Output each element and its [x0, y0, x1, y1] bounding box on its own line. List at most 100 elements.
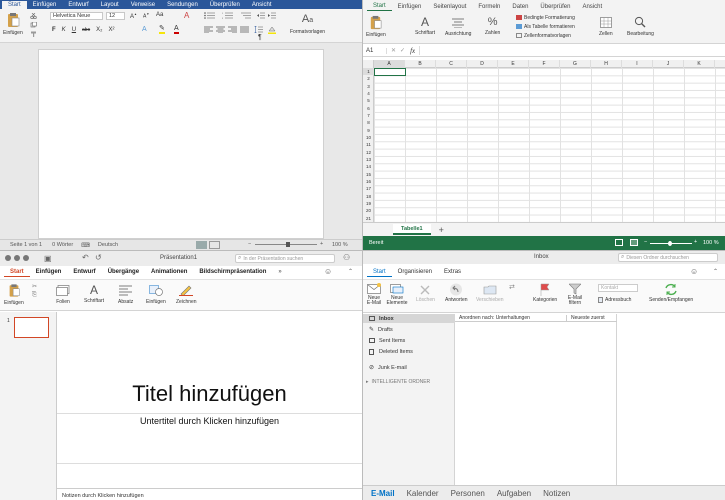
- ppt-tab-start[interactable]: Start: [4, 268, 30, 277]
- name-box[interactable]: A1: [363, 47, 387, 54]
- ppt-tab-design[interactable]: Entwurf: [67, 268, 101, 276]
- bullets-icon[interactable]: [204, 12, 216, 19]
- excel-zoom-plus[interactable]: +: [694, 239, 697, 245]
- row-header[interactable]: 10: [363, 134, 374, 141]
- ppt-smiley-icon[interactable]: ☺: [324, 267, 332, 276]
- row-header[interactable]: 11: [363, 141, 374, 148]
- row-header[interactable]: 6: [363, 105, 374, 112]
- row-header[interactable]: 14: [363, 163, 374, 170]
- excel-tab-start[interactable]: Start: [367, 2, 392, 11]
- nav-people[interactable]: Personen: [451, 489, 485, 498]
- word-tab-start[interactable]: Start: [2, 0, 27, 9]
- word-language[interactable]: Deutsch: [98, 242, 118, 248]
- strikethrough-button[interactable]: abc: [82, 27, 90, 33]
- sheet-tab-tabelle1[interactable]: Tabelle1: [393, 224, 431, 235]
- bold-button[interactable]: F: [52, 27, 56, 33]
- excel-zoom-slider[interactable]: [650, 241, 692, 246]
- undo-icon[interactable]: ↶: [82, 253, 89, 262]
- folder-deleted[interactable]: Deleted Items: [363, 347, 413, 356]
- sort-by-button[interactable]: Anordnen nach: Unterhaltungen: [459, 314, 567, 321]
- excel-selected-cell[interactable]: [374, 68, 406, 76]
- ppt-paragraph-button[interactable]: Absatz: [118, 285, 133, 305]
- font-name-select[interactable]: Helvetica Neue: [50, 12, 103, 20]
- row-header[interactable]: 9: [363, 127, 374, 134]
- row-header[interactable]: 12: [363, 149, 374, 156]
- shrink-font-icon[interactable]: A▼: [143, 12, 149, 20]
- save-icon[interactable]: ▣: [44, 254, 52, 263]
- row-header[interactable]: 8: [363, 119, 374, 126]
- cell-styles-button[interactable]: Zellenformatvorlagen: [516, 31, 575, 40]
- ppt-insert-button[interactable]: Einfügen: [146, 285, 166, 305]
- align-right-icon[interactable]: [228, 26, 237, 33]
- nav-notes[interactable]: Notizen: [543, 489, 570, 498]
- ppt-search-box[interactable]: ⌕ In der Präsentation suchen: [235, 254, 335, 263]
- reply-button[interactable]: Antworten: [445, 283, 468, 303]
- ppt-tab-slideshow[interactable]: Bildschirmpräsentation: [193, 268, 272, 276]
- ppt-tab-transitions[interactable]: Übergänge: [102, 268, 145, 276]
- word-tab-view[interactable]: Ansicht: [246, 1, 278, 9]
- move-button[interactable]: Verschieben: [476, 283, 504, 303]
- italic-button[interactable]: K: [62, 27, 66, 33]
- nav-tasks[interactable]: Aufgaben: [497, 489, 531, 498]
- outlook-collapse-ribbon-icon[interactable]: ⌃: [713, 268, 718, 275]
- column-header[interactable]: K: [684, 60, 715, 68]
- outlook-search-box[interactable]: ⌕ Diesen Ordner durchsuchen: [618, 253, 718, 262]
- conditional-format-button[interactable]: Bedingte Formatierung: [516, 13, 575, 22]
- excel-cells[interactable]: [374, 68, 725, 222]
- decrease-indent-icon[interactable]: [257, 12, 265, 19]
- print-layout-icon[interactable]: [196, 241, 207, 249]
- new-items-button[interactable]: Neue Elemente: [386, 283, 408, 306]
- underline-button[interactable]: U: [72, 27, 76, 33]
- column-header[interactable]: E: [498, 60, 529, 68]
- rules-icon[interactable]: ⇄: [509, 283, 515, 291]
- column-header[interactable]: G: [560, 60, 591, 68]
- row-header[interactable]: 1: [363, 68, 374, 76]
- word-page[interactable]: [38, 49, 324, 239]
- row-header[interactable]: 20: [363, 207, 374, 214]
- categories-button[interactable]: Kategorien: [533, 283, 557, 303]
- excel-tab-formulas[interactable]: Formeln: [472, 3, 506, 11]
- text-effects-icon[interactable]: A: [142, 26, 147, 33]
- row-header[interactable]: 13: [363, 156, 374, 163]
- address-book-button[interactable]: Adressbuch: [598, 297, 631, 303]
- ppt-font-button[interactable]: A Schriftart: [84, 283, 104, 304]
- excel-number-button[interactable]: % Zahlen: [485, 16, 500, 36]
- superscript-button[interactable]: X²: [108, 27, 114, 33]
- folder-sent[interactable]: Sent Items: [363, 336, 405, 345]
- maximize-window-icon[interactable]: [23, 255, 29, 261]
- align-left-icon[interactable]: [204, 26, 213, 33]
- outlook-tab-tools[interactable]: Extras: [438, 268, 467, 276]
- excel-paste-button[interactable]: Einfügen: [366, 15, 386, 38]
- excel-font-button[interactable]: A Schriftart: [415, 16, 435, 37]
- ppt-draw-button[interactable]: Zeichnen: [176, 284, 197, 305]
- row-header[interactable]: 21: [363, 215, 374, 222]
- numbering-icon[interactable]: 13: [222, 12, 234, 19]
- slide-subtitle-placeholder[interactable]: Untertitel durch Klicken hinzufügen: [57, 414, 362, 464]
- column-header[interactable]: F: [529, 60, 560, 68]
- word-tab-mailings[interactable]: Sendungen: [161, 1, 204, 9]
- ppt-cut-icon[interactable]: ✂: [32, 283, 37, 290]
- sort-order-button[interactable]: Neueste zuerst: [571, 315, 605, 321]
- copy-icon[interactable]: [30, 22, 37, 28]
- ppt-collapse-ribbon-icon[interactable]: ⌃: [348, 268, 353, 275]
- excel-tab-insert[interactable]: Einfügen: [392, 3, 428, 11]
- contact-search-input[interactable]: Kontakt: [598, 284, 638, 292]
- slide-title-placeholder[interactable]: Titel hinzufügen: [57, 374, 362, 414]
- formula-input[interactable]: [419, 46, 725, 55]
- excel-grid[interactable]: ABCDEFGHIJK 1 2 3 4 5 6 7 8 9 10 11 12 13 14 15 16 17 18 1…: [363, 60, 725, 222]
- excel-zoom-thumb[interactable]: [668, 241, 672, 246]
- smart-folders-header[interactable]: ▸ INTELLIGENTE ORDNER: [363, 377, 430, 386]
- ppt-slides-button[interactable]: Folien: [56, 285, 70, 305]
- cancel-formula-icon[interactable]: ✕: [391, 47, 396, 54]
- excel-align-button[interactable]: Ausrichtung: [445, 18, 471, 37]
- column-header[interactable]: I: [622, 60, 653, 68]
- normal-view-icon[interactable]: [615, 239, 623, 246]
- word-tab-review[interactable]: Überprüfen: [204, 1, 246, 9]
- paragraph-marks-icon[interactable]: ¶: [258, 34, 262, 41]
- excel-edit-button[interactable]: Bearbeitung: [627, 16, 654, 37]
- column-header[interactable]: H: [591, 60, 622, 68]
- add-sheet-button[interactable]: +: [439, 225, 444, 235]
- increase-indent-icon[interactable]: [268, 12, 276, 19]
- column-header[interactable]: D: [467, 60, 498, 68]
- row-header[interactable]: 19: [363, 200, 374, 207]
